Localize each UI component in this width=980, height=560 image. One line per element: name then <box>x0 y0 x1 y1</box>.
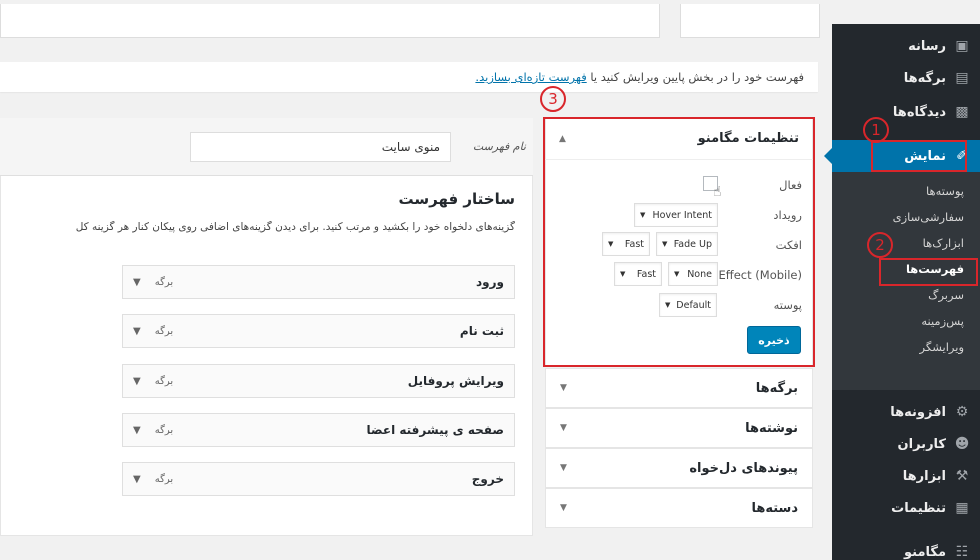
accordion-label: نوشته‌ها <box>745 420 798 436</box>
admin-sidebar: ▣ رسانه ▤ برگه‌ها ▩ دیدگاه‌ها ✐ نمایش پو… <box>824 24 980 560</box>
submenu-header[interactable]: سربرگ <box>928 288 964 302</box>
menu-item-title: ثبت نام <box>459 324 504 338</box>
accordion-pages[interactable]: برگه‌ها ▼ <box>545 368 813 408</box>
create-menu-link[interactable]: فهرست تازه‌ای بسازید. <box>475 70 586 84</box>
sidebar-item-comments[interactable]: ▩ دیدگاه‌ها <box>832 96 980 128</box>
expand-arrow-icon[interactable]: ▼ <box>133 326 141 337</box>
submenu-background[interactable]: پس‌زمینه <box>921 314 964 328</box>
menu-item-row[interactable]: ثبت نام برگه ▼ <box>122 314 515 348</box>
plugins-icon: ⚙ <box>955 404 969 420</box>
sidebar-item-label: ابزارها <box>902 468 946 484</box>
caret-down-icon: ▼ <box>560 383 567 393</box>
comments-icon: ▩ <box>955 104 969 120</box>
menu-item-title: ورود <box>476 275 504 289</box>
expand-arrow-icon[interactable]: ▼ <box>133 425 141 436</box>
menu-item-type: برگه <box>154 325 174 337</box>
submenu-customize[interactable]: سفارشی‌سازی <box>893 210 964 224</box>
menu-item-type: برگه <box>154 276 174 288</box>
screen-options-area <box>0 4 660 38</box>
sidebar-item-plugins[interactable]: ⚙ افزونه‌ها <box>832 396 980 428</box>
caret-down-icon: ▼ <box>560 503 567 513</box>
menu-item-title: ویرایش پروفایل <box>407 374 504 388</box>
annotation-box-menus <box>879 258 978 286</box>
megamenu-icon: ☷ <box>955 544 969 560</box>
sidebar-item-label: مگامنو <box>904 544 946 560</box>
expand-arrow-icon[interactable]: ▼ <box>133 277 141 288</box>
annotation-3: 3 <box>540 86 566 112</box>
manage-locations-tab[interactable] <box>680 4 820 38</box>
annotation-box-megamenu <box>543 117 815 367</box>
sidebar-item-label: برگه‌ها <box>903 70 946 86</box>
annotation-1: 1 <box>863 117 889 143</box>
sidebar-item-label: تنظیمات <box>891 500 946 516</box>
sidebar-item-settings[interactable]: ▦ تنظیمات <box>832 492 980 524</box>
accordion-posts[interactable]: نوشته‌ها ▼ <box>545 408 813 448</box>
sidebar-item-tools[interactable]: ⚒ ابزارها <box>832 460 980 492</box>
menu-item-row[interactable]: صفحه ی پیشرفته اعضا برگه ▼ <box>122 413 515 447</box>
structure-description: گزینه‌های دلخواه خود را بکشید و مرتب کنی… <box>75 221 515 233</box>
menu-item-type: برگه <box>154 424 174 436</box>
expand-arrow-icon[interactable]: ▼ <box>133 376 141 387</box>
menu-item-type: برگه <box>154 473 174 485</box>
notice-text: فهرست خود را در بخش پایین ویرایش کنید یا <box>590 70 804 84</box>
caret-down-icon: ▼ <box>560 423 567 433</box>
accordion-label: برگه‌ها <box>755 380 798 396</box>
users-icon: ☻ <box>954 436 970 452</box>
menu-item-row[interactable]: ویرایش پروفایل برگه ▼ <box>122 364 515 398</box>
submenu-widgets[interactable]: ابزارک‌ها <box>923 236 964 250</box>
sidebar-item-users[interactable]: ☻ کاربران <box>832 428 980 460</box>
pages-icon: ▤ <box>955 70 969 86</box>
structure-title: ساختار فهرست <box>398 190 516 208</box>
edit-notice: فهرست خود را در بخش پایین ویرایش کنید یا… <box>0 62 818 92</box>
accordion-custom-links[interactable]: پیوندهای دل‌خواه ▼ <box>545 448 813 488</box>
menu-item-type: برگه <box>154 375 174 387</box>
caret-down-icon: ▼ <box>560 463 567 473</box>
menu-item-row[interactable]: خروج برگه ▼ <box>122 462 515 496</box>
top-strip <box>0 0 832 46</box>
accordion-label: پیوندهای دل‌خواه <box>689 460 798 476</box>
submenu-themes[interactable]: پوسته‌ها <box>926 184 964 198</box>
accordion-categories[interactable]: دسته‌ها ▼ <box>545 488 813 528</box>
menu-name-label: نام فهرست <box>472 140 526 153</box>
annotation-2: 2 <box>867 232 893 258</box>
sidebar-item-pages[interactable]: ▤ برگه‌ها <box>832 62 980 94</box>
annotation-box-appearance <box>871 140 967 172</box>
sidebar-item-label: کاربران <box>897 436 946 452</box>
sidebar-item-megamenu[interactable]: ☷ مگامنو <box>832 536 980 560</box>
sidebar-item-media[interactable]: ▣ رسانه <box>832 30 980 62</box>
sidebar-item-label: دیدگاه‌ها <box>892 104 946 120</box>
menu-item-title: خروج <box>471 472 504 486</box>
sidebar-item-label: رسانه <box>908 38 946 54</box>
accordion-label: دسته‌ها <box>751 500 798 516</box>
menu-name-input[interactable] <box>190 132 451 162</box>
submenu-editor[interactable]: ویرایشگر <box>920 340 964 354</box>
tools-icon: ⚒ <box>955 468 969 484</box>
menu-item-row[interactable]: ورود برگه ▼ <box>122 265 515 299</box>
sidebar-item-label: افزونه‌ها <box>890 404 946 420</box>
menu-item-title: صفحه ی پیشرفته اعضا <box>366 423 504 437</box>
expand-arrow-icon[interactable]: ▼ <box>133 474 141 485</box>
media-icon: ▣ <box>955 38 969 54</box>
settings-icon: ▦ <box>955 500 969 516</box>
